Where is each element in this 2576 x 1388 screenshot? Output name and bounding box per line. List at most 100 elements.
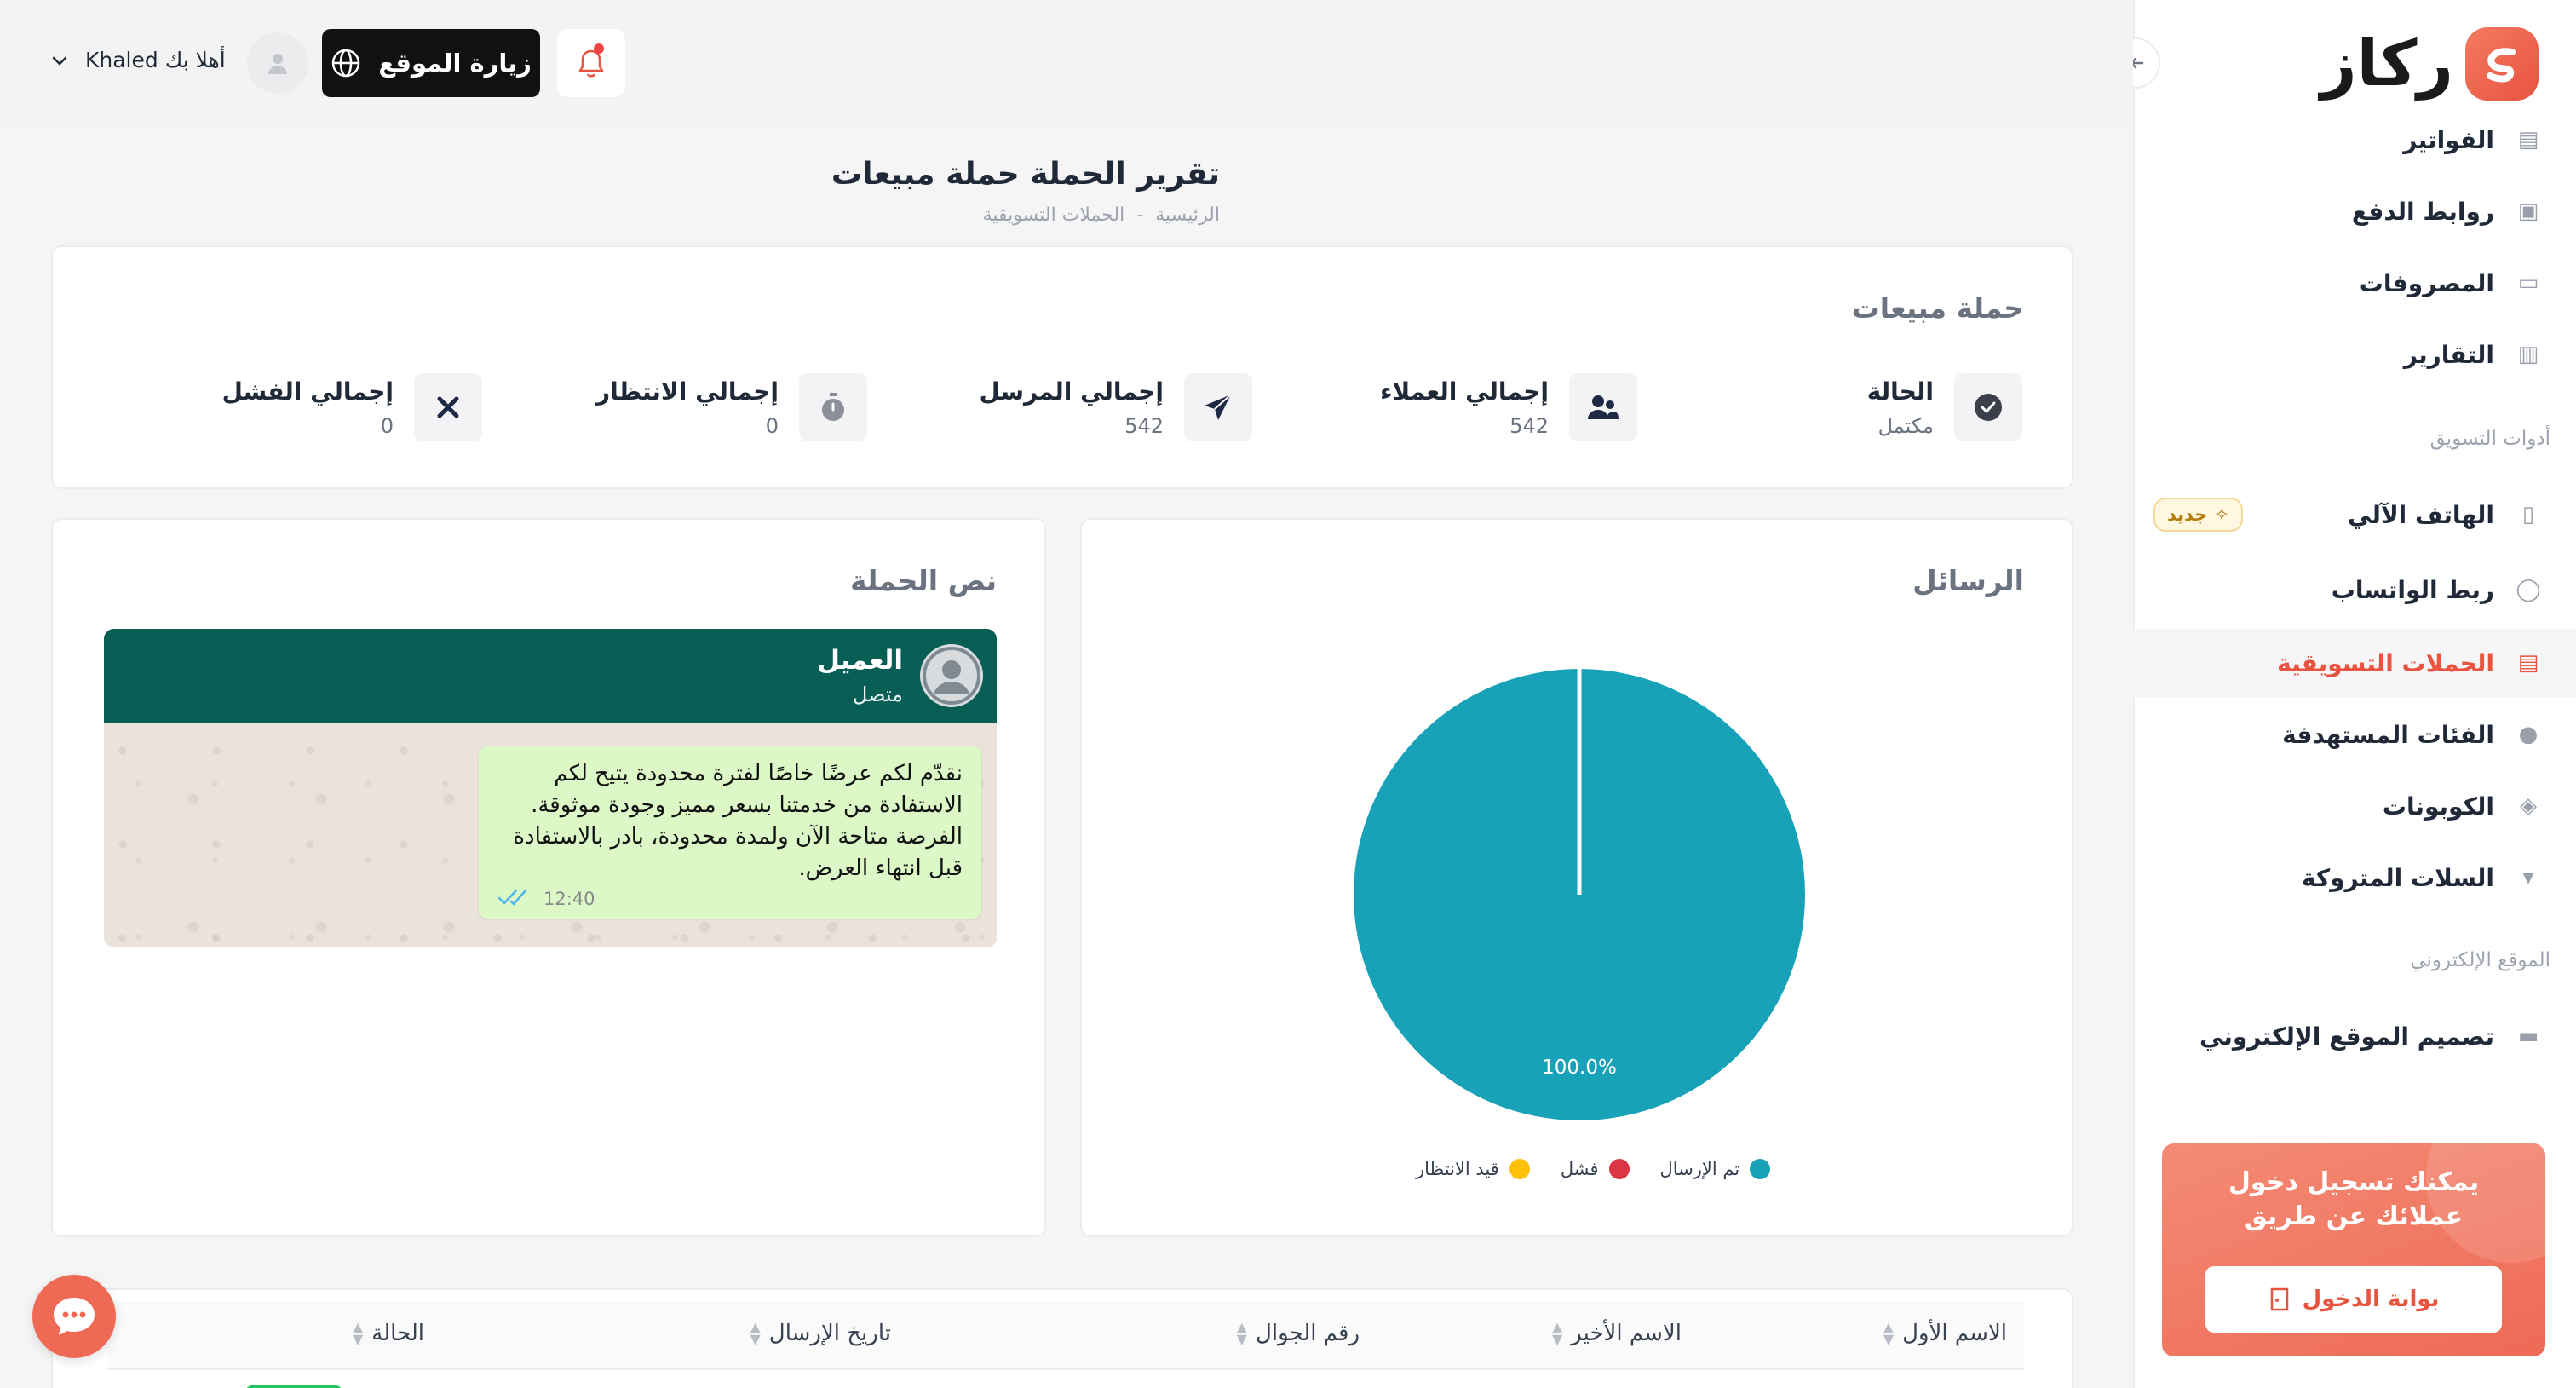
brand-logo[interactable]: ركاز — [2320, 27, 2539, 101]
legend-item[interactable]: فشل — [1561, 1159, 1630, 1179]
recipients-table: الاسم الأول ▲ ▼ الاسم الأخير ▲ ▼ رقم الجوا… — [51, 1288, 2073, 1388]
sidebar-item-reports[interactable]: ▥ التقارير — [2133, 320, 2576, 389]
sidebar-item-label: الكوبونات — [2382, 792, 2494, 821]
summary-title: حملة مبيعات — [1851, 291, 2024, 325]
sort-icon: ▲ ▼ — [352, 1319, 364, 1347]
legend-swatch — [1750, 1159, 1771, 1179]
page-title: تقرير الحملة حملة مبيعات — [831, 157, 1220, 192]
sidebar-item-website-design[interactable]: ▬ تصميم الموقع الإلكتروني — [2133, 1002, 2576, 1070]
message-text: نقدّم لكم عرضًا خاصًا لفترة محدودة يتيح … — [513, 761, 963, 881]
sidebar-item-invoices[interactable]: ▤ الفواتير — [2133, 106, 2576, 174]
sidebar-item-label: الهاتف الآلي — [2347, 500, 2494, 529]
legend-swatch — [1608, 1159, 1630, 1179]
stat-value: مكتمل — [1877, 413, 1934, 438]
campaign-icon: ▤ — [2517, 650, 2539, 676]
whatsapp-preview: العميل متصل نقدّم لكم عرضًا خاصًا لفترة … — [104, 629, 997, 947]
user-menu[interactable]: أهلا بك Khaled — [51, 48, 226, 72]
chevron-down-icon — [51, 48, 68, 72]
sidebar-item-label: الحملات التسويقية — [2277, 648, 2494, 677]
expenses-icon: ▭ — [2517, 270, 2539, 296]
logo-mark-icon — [2465, 27, 2539, 101]
legend-label: فشل — [1560, 1159, 1599, 1179]
chat-body: نقدّم لكم عرضًا خاصًا لفترة محدودة يتيح … — [104, 723, 997, 947]
stat-value: 542 — [1509, 413, 1549, 438]
globe-icon — [331, 49, 360, 78]
visit-site-button[interactable]: زيارة الموقع — [322, 29, 540, 97]
sort-icon: ▲ ▼ — [1551, 1319, 1563, 1347]
breadcrumb-home[interactable]: الرئيسية — [1155, 204, 1220, 226]
campaign-text-card: نص الحملة العميل متصل نقدّم لكم عرضًا خا… — [51, 518, 1046, 1237]
stat-label: إجمالي الفشل — [221, 377, 394, 406]
section-marketing-tools: أدوات التسويق — [2429, 428, 2550, 450]
sidebar-item-whatsapp[interactable]: ◯ ربط الواتساب — [2133, 556, 2576, 624]
notifications-button[interactable] — [557, 29, 625, 97]
cart-icon: ▾ — [2522, 865, 2534, 890]
contact-name: العميل — [817, 645, 903, 676]
column-last-name[interactable]: الاسم الأخير ▲ ▼ — [1551, 1319, 1682, 1347]
top-bar: زيارة الموقع أهلا بك Khaled — [0, 0, 2133, 124]
double-check-icon — [497, 888, 535, 910]
sidebar-item-audiences[interactable]: ● الفئات المستهدفة — [2133, 700, 2576, 769]
sidebar-item-label: السلات المتروكة — [2301, 863, 2494, 892]
check-circle-icon — [1954, 373, 2022, 441]
stat-total-sent: إجمالي المرسل 542 — [980, 373, 1252, 441]
sort-icon: ▲ ▼ — [750, 1319, 761, 1347]
message-meta: 12:40 — [497, 888, 963, 910]
message-bubble: نقدّم لكم عرضًا خاصًا لفترة محدودة يتيح … — [479, 746, 981, 919]
coupon-icon: ◈ — [2520, 793, 2537, 819]
user-icon — [923, 647, 980, 705]
sidebar-item-label: الفواتير — [2403, 125, 2494, 154]
section-website: الموقع الإلكتروني — [2410, 949, 2550, 971]
stat-label: الحالة — [1866, 377, 1934, 406]
stat-label: إجمالي المرسل — [979, 377, 1164, 406]
sidebar: ركاز ▤ الفواتير ▣ روابط الدفع ▭ المصروفا… — [2109, 0, 2576, 1388]
legend-label: قيد الانتظار — [1416, 1159, 1499, 1179]
breadcrumb-campaigns[interactable]: الحملات التسويقية — [983, 204, 1125, 226]
legend-item[interactable]: تم الإرسال — [1660, 1159, 1771, 1179]
brand-name: ركاز — [2320, 27, 2455, 101]
campaign-summary-card: حملة مبيعات الحالة مكتمل إجمالي العملاء … — [51, 245, 2073, 489]
sort-icon: ▲ ▼ — [1236, 1319, 1247, 1347]
whatsapp-icon: ◯ — [2516, 577, 2541, 602]
column-mobile[interactable]: رقم الجوال ▲ ▼ — [1236, 1319, 1360, 1347]
sidebar-item-abandoned-carts[interactable]: ▾ السلات المتروكة — [2133, 844, 2576, 912]
users-icon — [1569, 373, 1637, 441]
notification-dot — [594, 43, 604, 54]
monitor-icon: ▬ — [2517, 1023, 2539, 1049]
x-icon — [414, 373, 482, 441]
campaign-text-title: نص الحملة — [850, 564, 997, 597]
stat-label: إجمالي العملاء — [1380, 377, 1549, 406]
stat-status: الحالة مكتمل — [1867, 373, 2022, 441]
sparkle-icon: ✧ — [2214, 504, 2229, 525]
stat-total-failed: إجمالي الفشل 0 — [222, 373, 482, 441]
column-first-name[interactable]: الاسم الأول ▲ ▼ — [1883, 1319, 2007, 1347]
new-badge: ✧ جديد — [2153, 498, 2243, 532]
sidebar-item-label: ربط الواتساب — [2331, 575, 2494, 604]
sidebar-item-campaigns[interactable]: ▤ الحملات التسويقية — [2133, 629, 2576, 697]
messages-pie-chart: 100.0% — [1354, 669, 1805, 1120]
column-send-date[interactable]: تاريخ الإرسال ▲ ▼ — [750, 1319, 891, 1347]
stopwatch-icon — [799, 373, 867, 441]
stat-value: 542 — [1124, 413, 1164, 438]
sidebar-item-auto-phone[interactable]: ▯ الهاتف الآلي ✧ جديد — [2133, 481, 2576, 549]
promo-text: يمكنك تسجيل دخول عملائك عن طريق — [2228, 1167, 2480, 1231]
column-status[interactable]: الحالة ▲ ▼ — [352, 1319, 424, 1347]
pie-data-label: 100.0% — [1542, 1057, 1617, 1079]
stat-label: إجمالي الانتظار — [596, 377, 779, 406]
legend-item[interactable]: قيد الانتظار — [1416, 1159, 1530, 1179]
support-chat-button[interactable] — [32, 1275, 116, 1358]
sidebar-item-payment-links[interactable]: ▣ روابط الدفع — [2133, 177, 2576, 245]
audience-icon: ● — [2518, 722, 2539, 747]
door-icon — [2270, 1287, 2288, 1311]
sidebar-item-coupons[interactable]: ◈ الكوبونات — [2133, 772, 2576, 840]
sidebar-item-label: تصميم الموقع الإلكتروني — [2199, 1022, 2494, 1051]
messages-chart-card: الرسائل 100.0% — [1080, 518, 2073, 1237]
sidebar-item-expenses[interactable]: ▭ المصروفات — [2133, 249, 2576, 317]
reports-icon: ▥ — [2517, 342, 2539, 367]
login-portal-button[interactable]: بوابة الدخول — [2205, 1266, 2502, 1333]
chart-legend: تم الإرسال فشل قيد الانتظار — [1416, 1159, 1771, 1179]
chat-header: العميل متصل — [104, 629, 997, 723]
user-avatar[interactable] — [247, 32, 308, 94]
user-greeting: أهلا بك Khaled — [85, 48, 226, 72]
sort-icon: ▲ ▼ — [1883, 1319, 1895, 1347]
